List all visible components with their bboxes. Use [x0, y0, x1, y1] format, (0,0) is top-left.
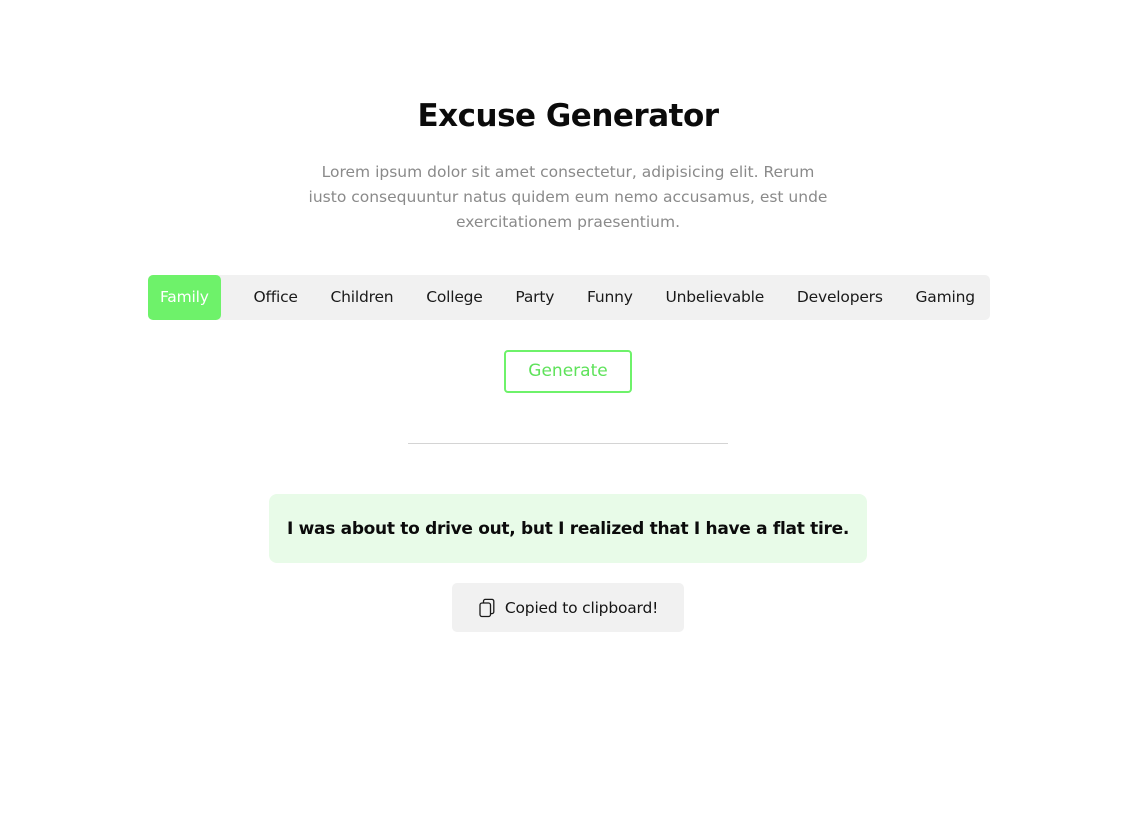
divider [408, 443, 728, 444]
copy-icon [478, 598, 496, 618]
excuse-generator-app: Excuse Generator Lorem ipsum dolor sit a… [0, 0, 1143, 816]
excuse-card: I was about to drive out, but I realized… [269, 494, 867, 563]
page-title: Excuse Generator [417, 98, 719, 134]
page-description: Lorem ipsum dolor sit amet consectetur, … [308, 163, 828, 231]
excuse-text: I was about to drive out, but I realized… [286, 518, 849, 539]
tab-developers[interactable]: Developers [797, 275, 883, 320]
category-tabs: Family Office Children College Party Fun… [148, 275, 990, 320]
tab-unbelievable[interactable]: Unbelievable [665, 275, 764, 320]
copy-to-clipboard-button[interactable]: Copied to clipboard! [452, 583, 684, 632]
tab-college[interactable]: College [426, 275, 483, 320]
tab-party[interactable]: Party [515, 275, 554, 320]
tab-family[interactable]: Family [148, 275, 221, 320]
tab-gaming[interactable]: Gaming [916, 275, 976, 320]
tab-children[interactable]: Children [331, 275, 394, 320]
tab-funny[interactable]: Funny [587, 275, 633, 320]
copy-status-label: Copied to clipboard! [504, 598, 659, 617]
generate-button[interactable]: Generate [504, 350, 632, 393]
tab-office[interactable]: Office [253, 275, 297, 320]
